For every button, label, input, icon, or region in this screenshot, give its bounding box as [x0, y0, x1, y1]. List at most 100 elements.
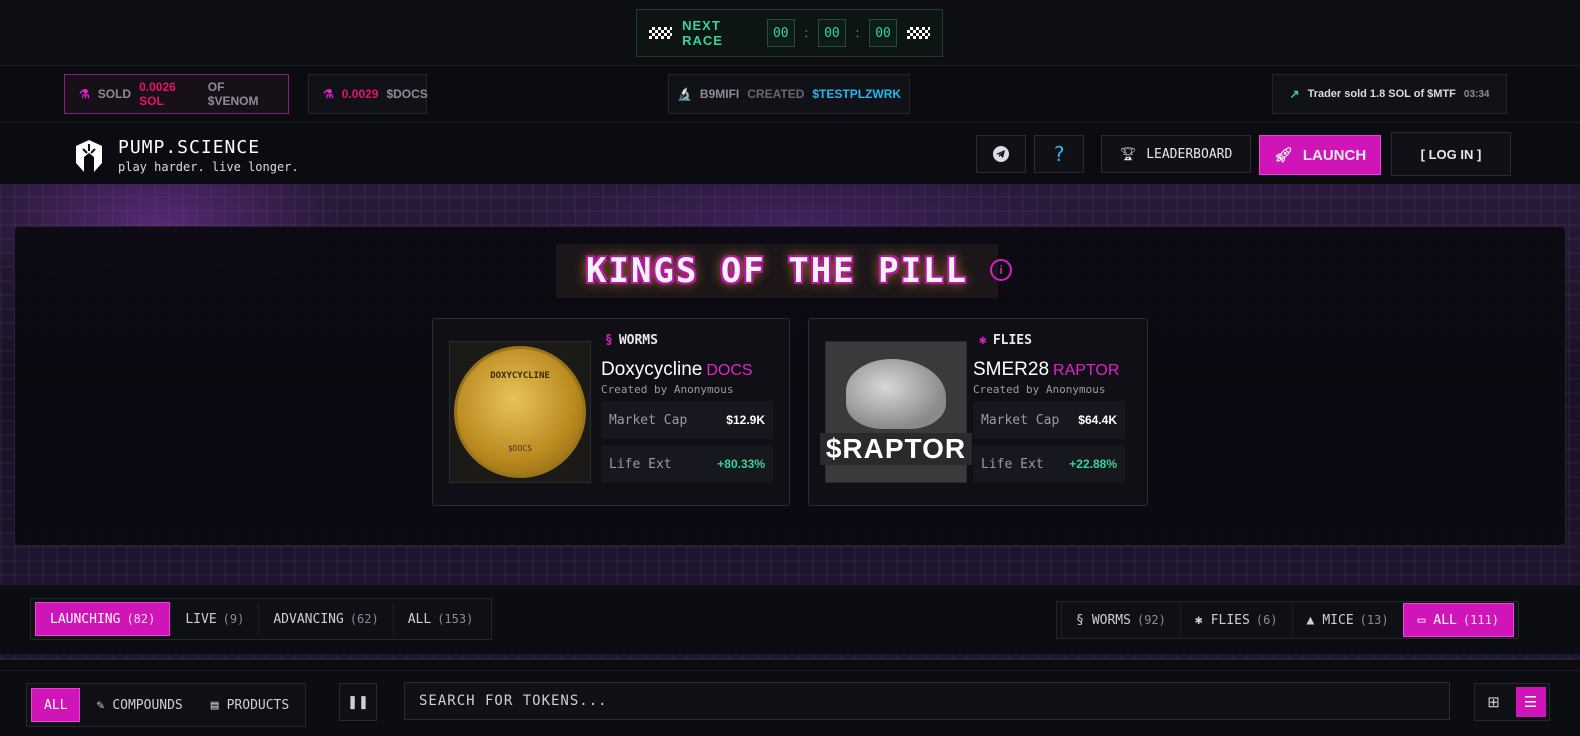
race-minutes: 00	[818, 19, 846, 47]
tab-advancing[interactable]: ADVANCING (62)	[258, 602, 392, 636]
tab-count: (62)	[349, 612, 379, 626]
logo[interactable]: PUMP.SCIENCE play harder. live longer.	[74, 137, 299, 174]
pause-button[interactable]: ❚❚	[339, 683, 377, 721]
tab-label: WORMS	[1091, 612, 1131, 628]
token-name: SMER28 RAPTOR	[973, 359, 1119, 381]
market-cap-value: $64.4K	[1078, 413, 1117, 427]
tab-worms[interactable]: § WORMS (92)	[1061, 603, 1180, 637]
race-strip: NEXT RACE 00 : 00 : 00	[0, 0, 1580, 66]
ticker-amount: 0.0029	[341, 87, 379, 101]
tab-label: FLIES	[1210, 612, 1250, 628]
grid-icon: ⊞	[1487, 694, 1500, 711]
login-label: [ LOG IN ]	[1420, 146, 1482, 162]
view-toggle: ⊞ ☰	[1474, 683, 1550, 721]
market-cap-label: Market Cap	[609, 412, 688, 428]
ticker-token: $DOCS	[386, 87, 428, 101]
tab-label: MICE	[1322, 612, 1354, 628]
list-view-button[interactable]: ☰	[1515, 687, 1546, 717]
info-icon[interactable]: i	[990, 259, 1012, 281]
market-cap-stat: Market Cap $12.9K	[601, 401, 773, 439]
type-filter: ALL ✎ COMPOUNDS ▤ PRODUCTS	[26, 683, 307, 727]
tab-count: (153)	[437, 612, 474, 626]
tab-count: (13)	[1359, 613, 1389, 627]
ticker-token: $TESTPLZWRK	[812, 87, 902, 101]
search-input[interactable]	[404, 682, 1450, 720]
next-race-timer: NEXT RACE 00 : 00 : 00	[636, 9, 943, 57]
stack-icon: ▭	[1417, 612, 1426, 628]
coin-image: DOXYCYCLINE $DOCS	[454, 346, 586, 478]
race-hours: 00	[766, 19, 795, 47]
tab-label: LIVE	[185, 611, 217, 627]
ticker-item[interactable]: ⚗ SOLD 0.0026 SOL OF $VENOM	[64, 74, 289, 114]
life-ext-value: +22.88%	[1069, 457, 1117, 471]
flask-icon: ⚗	[323, 87, 334, 101]
type-products-button[interactable]: ▤ PRODUCTS	[199, 688, 301, 722]
checkered-flag-icon	[906, 27, 931, 39]
market-cap-stat: Market Cap $64.4K	[973, 401, 1125, 439]
token-image: $RAPTOR	[819, 341, 973, 483]
token-creator: Created by Anonymous	[601, 383, 734, 396]
launch-button[interactable]: 🚀︎ LAUNCH	[1259, 135, 1381, 175]
search-row: ALL ✎ COMPOUNDS ▤ PRODUCTS ❚❚ ⊞ ☰	[0, 670, 1580, 736]
trophy-icon: 🏆︎	[1119, 146, 1137, 162]
ticker-user: B9MIFI	[699, 87, 740, 101]
race-seconds: 00	[869, 19, 897, 47]
tab-live[interactable]: LIVE (9)	[170, 602, 258, 636]
type-label: PRODUCTS	[226, 697, 290, 713]
category-label: FLIES	[992, 333, 1032, 348]
telegram-button[interactable]	[976, 135, 1026, 173]
ticker-item[interactable]: ⚗ 0.0029 $DOCS	[308, 74, 428, 114]
header: PUMP.SCIENCE play harder. live longer. ?…	[0, 122, 1580, 184]
fly-icon: ✱	[1194, 612, 1203, 628]
king-card-flies[interactable]: $RAPTOR ✱ FLIES SMER28 RAPTOR Created by …	[808, 318, 1148, 506]
tab-launching[interactable]: LAUNCHING (82)	[35, 602, 171, 636]
helmet-logo-icon	[76, 139, 102, 172]
tab-flies[interactable]: ✱ FLIES (6)	[1179, 603, 1292, 637]
card-category: § WORMS	[605, 333, 658, 348]
pencil-icon: ✎	[96, 697, 105, 713]
login-button[interactable]: [ LOG IN ]	[1391, 132, 1511, 176]
ticker-item[interactable]: 🔬 B9MIFI CREATED $TESTPLZWRK	[668, 74, 910, 114]
raptor-image-text: $RAPTOR	[819, 433, 973, 465]
token-name-text: SMER28	[973, 359, 1050, 380]
kings-title: KINGS OF THE PILL	[586, 251, 968, 291]
tab-label: ADVANCING	[273, 611, 344, 627]
life-ext-stat: Life Ext +22.88%	[973, 445, 1125, 483]
tab-mice[interactable]: ▲ MICE (13)	[1291, 603, 1403, 637]
type-all-button[interactable]: ALL	[31, 688, 81, 722]
king-card-worms[interactable]: DOXYCYCLINE $DOCS § WORMS Doxycycline DOC…	[432, 318, 790, 506]
tab-count: (111)	[1462, 613, 1500, 627]
tab-label: ALL	[407, 611, 432, 627]
token-ticker: RAPTOR	[1053, 362, 1120, 379]
help-button[interactable]: ?	[1034, 135, 1084, 173]
pause-icon: ❚❚	[347, 694, 369, 709]
type-label: COMPOUNDS	[112, 697, 183, 713]
ticker-item[interactable]: ↗ Trader sold 1.8 SOL of $MTF 03:34	[1272, 74, 1507, 114]
brand-title: PUMP.SCIENCE	[118, 137, 261, 158]
raptor-head-graphic	[846, 359, 946, 429]
ticker-amount: 0.0026 SOL	[139, 80, 176, 108]
mouse-icon: ▲	[1306, 612, 1315, 628]
token-name: Doxycycline DOCS	[601, 359, 753, 381]
token-name-text: Doxycycline	[601, 359, 703, 380]
category-label: WORMS	[618, 333, 658, 348]
type-compounds-button[interactable]: ✎ COMPOUNDS	[84, 688, 194, 722]
tab-count: (9)	[222, 612, 245, 626]
trend-up-icon: ↗	[1289, 87, 1300, 101]
leaderboard-button[interactable]: 🏆︎ LEADERBOARD	[1101, 135, 1251, 173]
race-label: NEXT RACE	[682, 18, 723, 48]
coin-top-text: DOXYCYCLINE	[490, 371, 550, 381]
filter-bar: LAUNCHING (82) LIVE (9) ADVANCING (62) ALL (…	[0, 584, 1580, 654]
ticker-time: 03:34	[1463, 88, 1490, 100]
token-image: DOXYCYCLINE $DOCS	[449, 341, 591, 483]
tab-label: ALL	[1433, 612, 1457, 628]
tab-count: (92)	[1136, 613, 1166, 627]
raptor-image: $RAPTOR	[819, 342, 973, 482]
tab-all-species[interactable]: ▭ ALL (111)	[1402, 603, 1515, 637]
tab-all-status[interactable]: ALL (153)	[392, 602, 488, 636]
grid-view-button[interactable]: ⊞	[1479, 687, 1509, 717]
life-ext-label: Life Ext	[609, 456, 672, 472]
market-cap-value: $12.9K	[726, 413, 765, 427]
worm-icon: §	[605, 333, 613, 348]
race-colon: :	[804, 26, 808, 40]
